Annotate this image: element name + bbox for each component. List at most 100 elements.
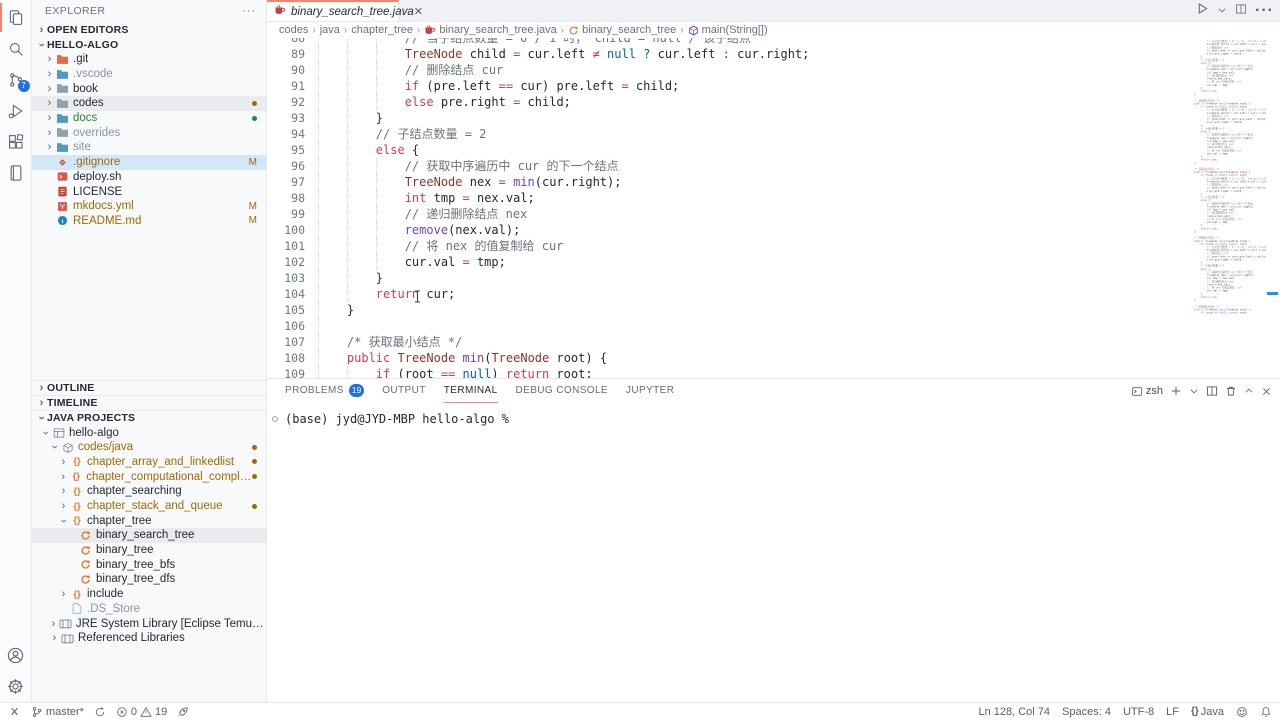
- breadcrumb-item[interactable]: java: [320, 24, 340, 36]
- tree-row[interactable]: ›docs: [32, 111, 266, 126]
- code-text: }: [318, 270, 383, 286]
- status-item-problems[interactable]: 019: [116, 706, 167, 718]
- status-item-feedback[interactable]: [1236, 706, 1248, 718]
- open-editors-section[interactable]: › OPEN EDITORS: [32, 22, 266, 37]
- activity-item-explorer[interactable]: [0, 2, 32, 33]
- tree-row[interactable]: ›.git: [32, 52, 266, 67]
- panel-tab-jupyter[interactable]: JUPYTER: [626, 379, 674, 403]
- tree-row[interactable]: LICENSE: [32, 184, 266, 199]
- tree-row[interactable]: ›book: [32, 81, 266, 96]
- line-number: 99: [267, 206, 305, 222]
- tree-row[interactable]: ›JRE System Library [Eclipse Temurin 17 …: [32, 616, 266, 631]
- breadcrumb-item[interactable]: binary_search_tree.java: [424, 24, 556, 36]
- indent-guide: [347, 78, 348, 94]
- tree-row[interactable]: .DS_Store: [32, 602, 266, 617]
- breadcrumb-item[interactable]: codes: [279, 24, 308, 36]
- tree-row[interactable]: ›{ }chapter_searching: [32, 484, 266, 499]
- breadcrumb-separator: ›: [343, 25, 348, 36]
- method-symbol-icon: [688, 25, 699, 36]
- code-text: if (root == null) return root;: [318, 366, 593, 378]
- status-item-branch[interactable]: master*: [31, 706, 84, 718]
- terminal[interactable]: (base) jyd@JYD-MBP hello-algo %: [267, 403, 1280, 426]
- code-token: tmp: [426, 191, 462, 205]
- tab-binary-search-tree[interactable]: binary_search_tree.java ✕: [267, 0, 399, 21]
- tree-row[interactable]: deploy.sh: [32, 170, 266, 185]
- status-item-encoding[interactable]: UTF-8: [1123, 706, 1154, 718]
- activity-item-settings[interactable]: [0, 671, 32, 702]
- split-editor-icon[interactable]: [1235, 2, 1247, 20]
- tree-row[interactable]: binary_tree_bfs: [32, 557, 266, 572]
- activity-item-notebook[interactable]: [0, 157, 32, 188]
- tree-row[interactable]: binary_tree_dfs: [32, 572, 266, 587]
- run-icon[interactable]: [1196, 2, 1209, 20]
- tree-row[interactable]: README.mdM: [32, 214, 266, 229]
- sidebar-title: EXPLORER: [45, 5, 105, 17]
- code-line: 102 cur.val = tmp;: [267, 254, 1280, 270]
- shell-selector[interactable]: zsh: [1131, 385, 1163, 397]
- modified-badge: M: [249, 157, 257, 168]
- chevron-up-icon[interactable]: [1244, 386, 1254, 396]
- panel-tab-problems[interactable]: PROBLEMS19: [285, 379, 364, 403]
- tree-row[interactable]: ›.vscode: [32, 67, 266, 82]
- activity-item-source-control[interactable]: 7: [0, 64, 32, 95]
- tree-row[interactable]: binary_tree: [32, 543, 266, 558]
- plus-icon[interactable]: [1170, 385, 1182, 397]
- code-line: 98 int tmp = nex.val;: [267, 190, 1280, 206]
- code-token: =: [463, 255, 470, 269]
- panel-tab-output[interactable]: OUTPUT: [382, 379, 426, 403]
- indent-guide: [318, 142, 319, 158]
- split-editor-icon[interactable]: [1206, 385, 1218, 397]
- activity-item-search[interactable]: [0, 33, 32, 64]
- gear-icon: [6, 677, 25, 696]
- warning-icon: [140, 706, 152, 718]
- status-item-remote[interactable]: [8, 705, 21, 718]
- breadcrumb-item[interactable]: main(String[]): [688, 24, 768, 36]
- tree-row[interactable]: .gitignoreM: [32, 155, 266, 170]
- breadcrumb-item[interactable]: binary_search_tree: [568, 24, 676, 36]
- status-item-eol[interactable]: LF: [1166, 706, 1179, 718]
- minimap[interactable]: // 当子结点数量 = 0 / 1 时， child = null / 该子结点…: [1188, 40, 1266, 332]
- activity-item-extensions[interactable]: [0, 126, 32, 157]
- tree-row[interactable]: ›{ }chapter_tree: [32, 513, 266, 528]
- status-item-cursor-position[interactable]: Ln 128, Col 74: [978, 706, 1050, 718]
- status-item-language[interactable]: { }Java: [1191, 706, 1224, 718]
- close-icon[interactable]: [1261, 386, 1272, 397]
- tree-row[interactable]: ›{ }include: [32, 587, 266, 602]
- tree-row[interactable]: ›codes: [32, 96, 266, 111]
- code-editor[interactable]: 88 // 当子结点数量 = 0 / 1 时， child = null / 该…: [267, 38, 1280, 378]
- tree-row[interactable]: ›site: [32, 140, 266, 155]
- tree-row[interactable]: ›overrides: [32, 125, 266, 140]
- trash-icon[interactable]: [1225, 385, 1237, 397]
- tree-row[interactable]: ›{ }chapter_array_and_linkedlist: [32, 455, 266, 470]
- tree-row[interactable]: ›{ }chapter_stack_and_queue: [32, 499, 266, 514]
- chevron-down-icon[interactable]: [1189, 386, 1199, 396]
- status-item-indentation[interactable]: Spaces: 4: [1062, 706, 1111, 718]
- tree-row[interactable]: ›hello-algo: [32, 425, 266, 440]
- tree-row[interactable]: mkdocs.ymlM: [32, 199, 266, 214]
- close-icon[interactable]: ✕: [414, 5, 423, 18]
- label: mkdocs.yml: [73, 200, 134, 212]
- panel-tab-debug-console[interactable]: DEBUG CONSOLE: [516, 379, 608, 403]
- tree-row[interactable]: ›codes/java: [32, 440, 266, 455]
- code-text: else {: [318, 142, 419, 158]
- root-folder-section[interactable]: › HELLO-ALGO: [32, 37, 266, 52]
- status-item-sync[interactable]: [94, 706, 106, 718]
- tree-row[interactable]: ›Referenced Libraries: [32, 631, 266, 646]
- code-token: root) {: [549, 351, 607, 365]
- tree-row[interactable]: ›{ }chapter_computational_complexity: [32, 469, 266, 484]
- java-projects-section[interactable]: › JAVA PROJECTS: [32, 410, 266, 425]
- activity-item-run-debug[interactable]: [0, 95, 32, 126]
- status-item-launch[interactable]: [177, 706, 189, 718]
- chevron-down-icon[interactable]: [1217, 2, 1227, 20]
- more-actions-icon[interactable]: ···: [242, 5, 256, 17]
- code-token: return: [506, 367, 549, 378]
- panel-tab-terminal[interactable]: TERMINAL: [444, 379, 498, 403]
- activity-item-account[interactable]: [0, 640, 32, 671]
- status-item-notifications[interactable]: [1260, 706, 1272, 718]
- timeline-section[interactable]: › TIMELINE: [32, 395, 266, 410]
- more-actions-icon[interactable]: ···: [1255, 2, 1274, 20]
- panel-tab-label: JUPYTER: [626, 385, 674, 396]
- breadcrumb-item[interactable]: chapter_tree: [351, 24, 413, 36]
- tree-row[interactable]: binary_search_tree: [32, 528, 266, 543]
- outline-section[interactable]: › OUTLINE: [32, 380, 266, 395]
